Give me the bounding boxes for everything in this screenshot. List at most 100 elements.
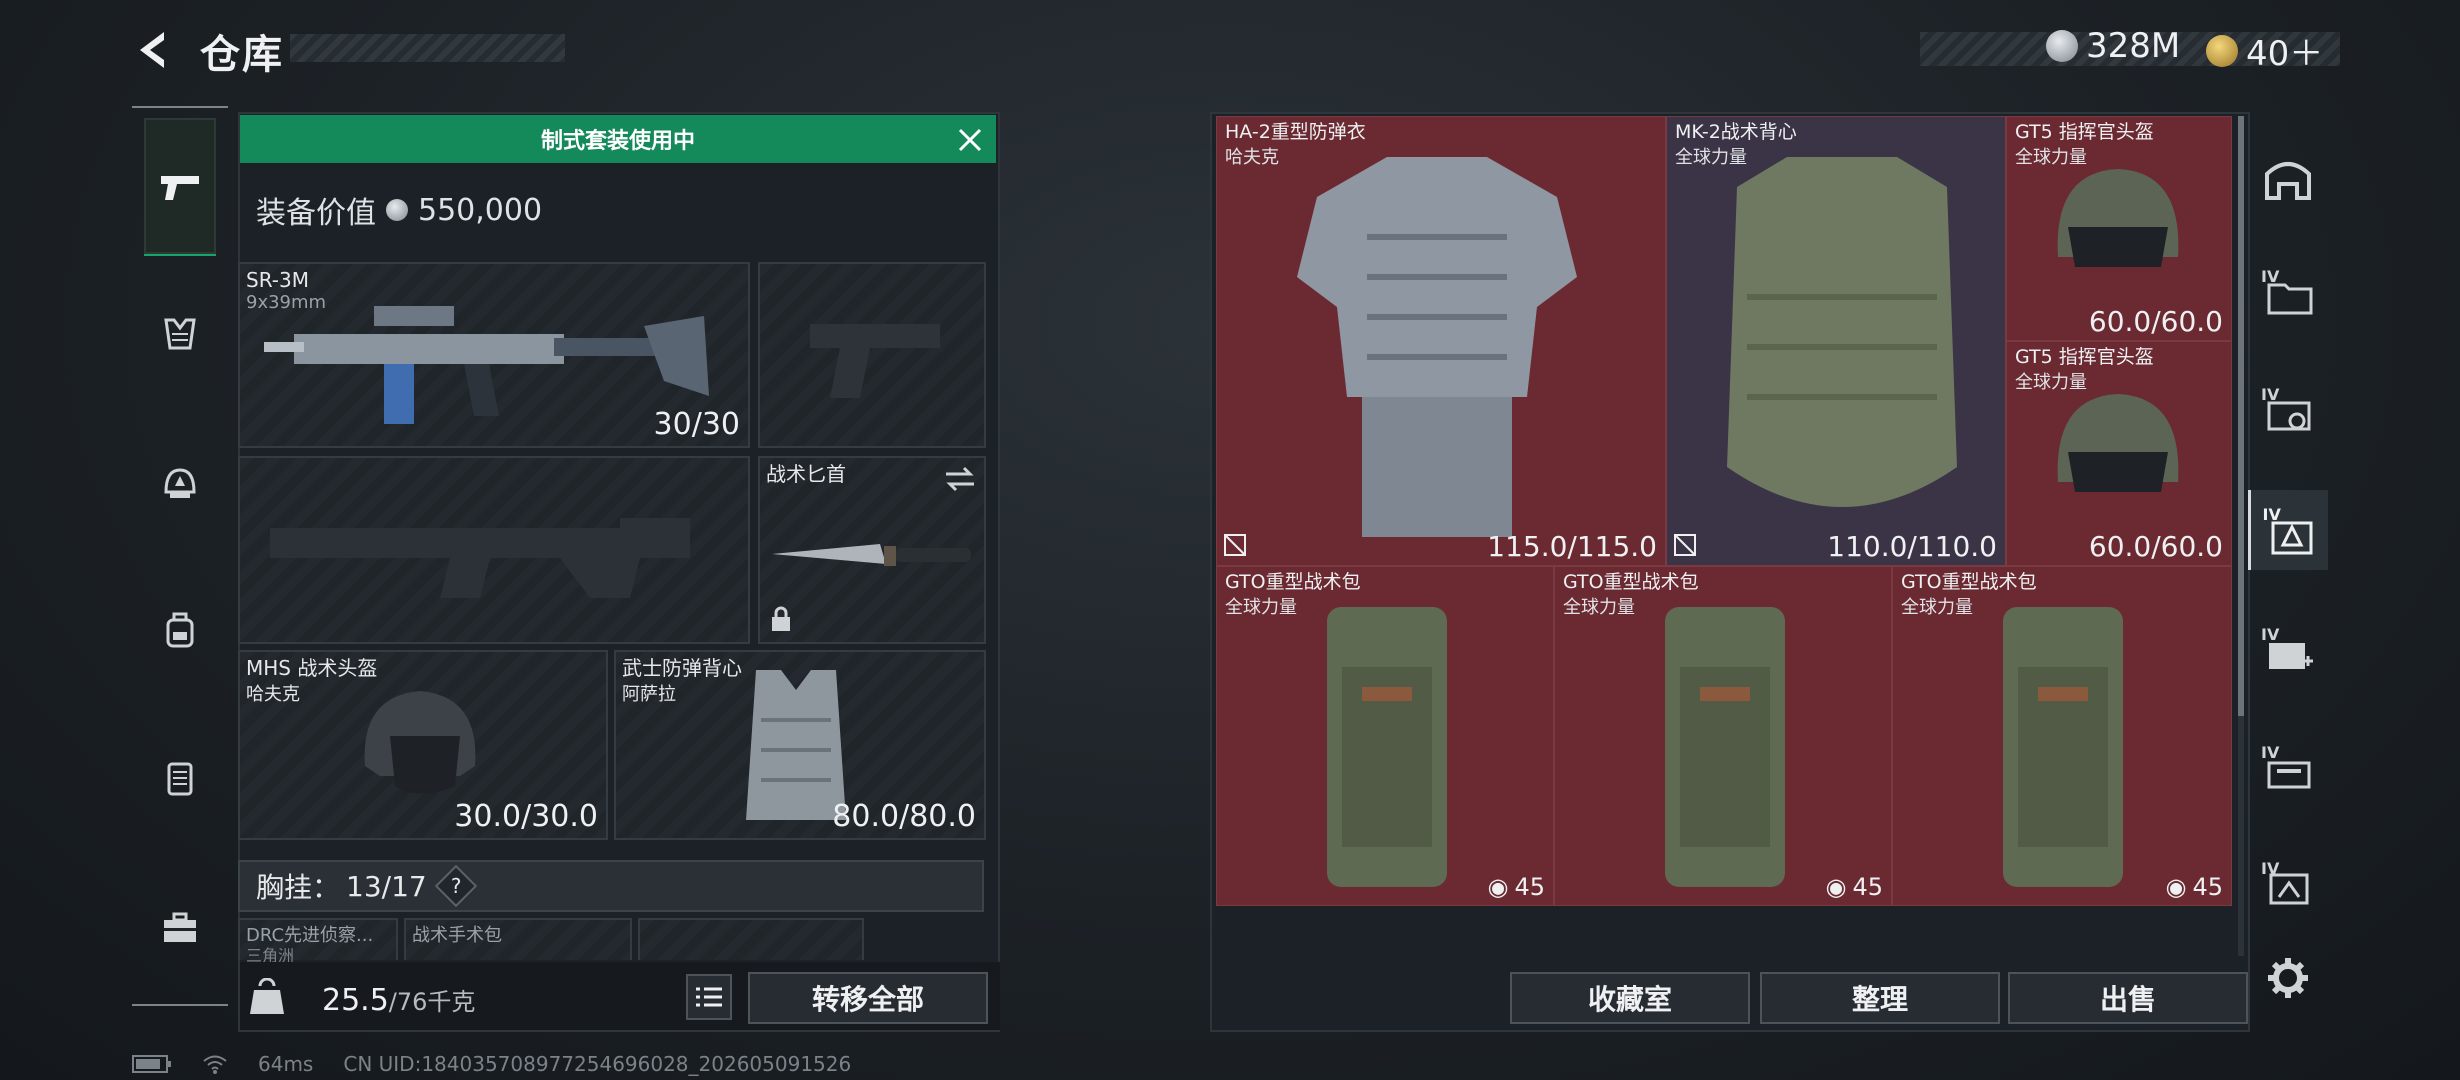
- nav-chest-rig[interactable]: [144, 298, 216, 370]
- rig-item-name: 战术手术包: [412, 925, 502, 946]
- secondary-weapon-slot[interactable]: [238, 456, 750, 644]
- item-durability: 60.0/60.0: [2088, 530, 2223, 563]
- warehouse-icon: [2265, 162, 2311, 200]
- nav-backpack[interactable]: [144, 594, 216, 666]
- primary-weapon-durability: 30/30: [653, 407, 740, 442]
- rig-item-slot[interactable]: 战术手术包: [404, 918, 632, 960]
- collection-room-button[interactable]: 收藏室: [1510, 972, 1750, 1024]
- item-durability: 60.0/60.0: [2088, 305, 2223, 338]
- rifle-silhouette-icon: [270, 518, 690, 598]
- transfer-all-button[interactable]: 转移全部: [748, 972, 988, 1024]
- settings-gear-icon[interactable]: [2266, 956, 2310, 1000]
- item-brand: 哈夫克: [1225, 147, 1279, 168]
- melee-slot[interactable]: 战术匕首: [758, 456, 986, 644]
- storage-tab-5[interactable]: IV: [2248, 728, 2328, 808]
- equipment-value-label: 装备价值: [256, 196, 376, 231]
- transfer-all-label: 转移全部: [811, 983, 924, 1016]
- rig-item-slot[interactable]: DRC先进侦察... 三角洲: [238, 918, 398, 965]
- status-bar: 64ms CN UID:1840357089772546960​28_20260…: [132, 1052, 851, 1076]
- close-icon[interactable]: [950, 120, 990, 160]
- storage-tab-home[interactable]: [2248, 138, 2328, 218]
- storage-tab-3[interactable]: IV: [2248, 490, 2328, 570]
- helmet-icon: [164, 468, 196, 498]
- item-name: GT5 指挥官头盔: [2015, 346, 2154, 368]
- storage-tab-nav: IV IV IV IV IV IV: [2248, 112, 2328, 942]
- nav-armor[interactable]: [144, 742, 216, 814]
- no-insure-icon: [1674, 534, 1696, 556]
- scope-icon: [2267, 401, 2311, 431]
- storage-scrollbar[interactable]: [2238, 116, 2244, 956]
- item-brand: 全球力量: [1901, 597, 1973, 618]
- backpack-small-icon: ◉: [1825, 873, 1847, 901]
- back-arrow-icon[interactable]: [134, 28, 178, 72]
- nav-toolbox[interactable]: [144, 892, 216, 964]
- armor-icon: [167, 762, 193, 796]
- helmet-slot[interactable]: MHS 战术头盔 哈夫克 30.0/30.0: [238, 650, 608, 840]
- armor-name: 武士防弹背心: [622, 656, 742, 680]
- storage-item[interactable]: MK-2战术背心 全球力量 110.0/110.0: [1666, 116, 2006, 566]
- storage-tab-2[interactable]: IV: [2248, 370, 2328, 450]
- equipment-value: 装备价值 550,000: [256, 188, 542, 232]
- tab-glyph: IV: [2261, 859, 2315, 909]
- chest-rig-capacity[interactable]: 胸挂： 13/17 ?: [238, 860, 984, 912]
- storage-tab-1[interactable]: IV: [2248, 252, 2328, 332]
- item-brand: 全球力量: [1563, 597, 1635, 618]
- storage-item[interactable]: GT5 指挥官头盔 全球力量 60.0/60.0: [2006, 116, 2232, 341]
- rig-item-slot[interactable]: [638, 918, 864, 960]
- tab-glyph: IV: [2261, 267, 2315, 317]
- helmet-durability: 30.0/30.0: [454, 799, 598, 834]
- storage-tab-6[interactable]: IV: [2248, 844, 2328, 924]
- list-view-button[interactable]: [686, 974, 732, 1020]
- backpack-icon: [166, 612, 194, 648]
- capacity-badge: ◉ 45: [1488, 873, 1546, 901]
- item-name: MK-2战术背心: [1675, 121, 1797, 143]
- armor-slot[interactable]: 武士防弹背心 阿萨拉 80.0/80.0: [614, 650, 986, 840]
- armor-brand: 阿萨拉: [622, 684, 676, 705]
- gold-currency[interactable]: 40＋: [2206, 26, 2323, 75]
- silver-coin-icon: [2046, 30, 2078, 62]
- storage-item[interactable]: GTO重型战术包 全球力量 ◉ 45: [1554, 566, 1892, 906]
- chest-rig-icon: [164, 318, 196, 350]
- medkit-icon: [2269, 643, 2313, 669]
- storage-tab-4[interactable]: IV: [2248, 610, 2328, 690]
- equipment-value-amount: 550,000: [418, 192, 543, 228]
- helmet-image: [2057, 394, 2179, 492]
- item-durability: 110.0/110.0: [1827, 530, 1997, 563]
- pistol-silhouette-icon: [810, 324, 940, 398]
- toolbox-icon: [164, 912, 196, 942]
- list-icon: [696, 987, 722, 1007]
- knife-image: [772, 544, 971, 566]
- weight-max: /76千克: [388, 988, 476, 1016]
- storage-item[interactable]: GTO重型战术包 全球力量 ◉ 45: [1216, 566, 1554, 906]
- sort-button[interactable]: 整理: [1760, 972, 2000, 1024]
- backpack-image: [1327, 607, 1447, 887]
- misc-box-icon: [2269, 873, 2309, 905]
- battery-icon: [132, 1055, 171, 1073]
- chest-rig-label: 胸挂：: [256, 871, 341, 904]
- nav-weapon[interactable]: [144, 118, 216, 256]
- wifi-icon: [203, 1055, 227, 1074]
- lock-icon: [772, 606, 790, 631]
- heavy-armor-image: [1297, 157, 1577, 537]
- gear-box-icon: [2271, 521, 2312, 555]
- sidearm-slot[interactable]: [758, 262, 986, 448]
- loadout-banner: 制式套装使用中: [240, 115, 996, 163]
- backpack-image: [2003, 607, 2123, 887]
- item-capacity: 45: [1514, 873, 1545, 901]
- no-insure-icon: [1224, 534, 1246, 556]
- storage-item[interactable]: HA-2重型防弹衣 哈夫克 115.0/115.0: [1216, 116, 1666, 566]
- swap-icon[interactable]: [944, 466, 976, 492]
- storage-item[interactable]: GT5 指挥官头盔 全球力量 60.0/60.0: [2006, 341, 2232, 566]
- weight-readout: 25.5 /76千克: [322, 982, 475, 1018]
- backpack-small-icon: ◉: [1487, 873, 1509, 901]
- nav-helmet[interactable]: [144, 448, 216, 520]
- ammo-box-icon: [2267, 761, 2311, 789]
- primary-weapon-slot[interactable]: SR-3M 9x39mm 30/30: [238, 262, 750, 448]
- item-durability: 115.0/115.0: [1487, 530, 1657, 563]
- storage-item[interactable]: GTO重型战术包 全球力量 ◉ 45: [1892, 566, 2232, 906]
- sell-button[interactable]: 出售: [2008, 972, 2248, 1024]
- tab-glyph: IV: [2261, 625, 2315, 675]
- silver-currency[interactable]: 328M: [2046, 26, 2180, 66]
- help-icon[interactable]: ?: [434, 864, 477, 908]
- capacity-badge: ◉ 45: [1826, 873, 1884, 901]
